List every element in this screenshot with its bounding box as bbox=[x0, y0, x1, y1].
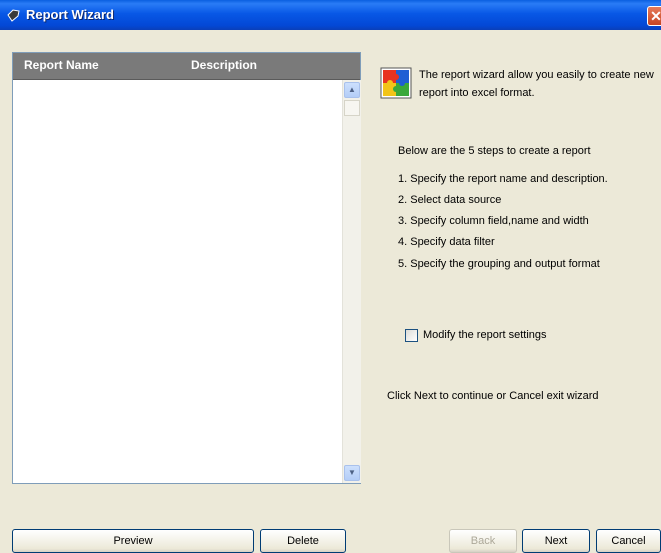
next-button[interactable]: Next bbox=[522, 529, 590, 553]
step-1: 1. Specify the report name and descripti… bbox=[398, 173, 608, 185]
step-2: 2. Select data source bbox=[398, 194, 502, 206]
modify-settings-label[interactable]: Modify the report settings bbox=[423, 329, 547, 341]
step-5: 5. Specify the grouping and output forma… bbox=[398, 258, 600, 270]
report-list[interactable]: Report Name Description ▲ ▼ bbox=[12, 52, 361, 484]
modify-settings-checkbox[interactable] bbox=[405, 329, 418, 342]
steps-header: Below are the 5 steps to create a report bbox=[398, 145, 591, 157]
scroll-down-button[interactable]: ▼ bbox=[344, 465, 360, 481]
preview-button[interactable]: Preview bbox=[12, 529, 254, 553]
step-4: 4. Specify data filter bbox=[398, 236, 495, 248]
wizard-intro-text: The report wizard allow you easily to cr… bbox=[419, 69, 654, 99]
scroll-up-button[interactable]: ▲ bbox=[344, 82, 360, 98]
title-bar[interactable]: Report Wizard ✕ bbox=[0, 0, 661, 30]
close-button[interactable]: ✕ bbox=[647, 6, 661, 26]
column-header-description[interactable]: Description bbox=[191, 58, 257, 72]
footer-note: Click Next to continue or Cancel exit wi… bbox=[387, 390, 599, 402]
diamond-icon bbox=[7, 9, 20, 22]
cancel-button[interactable]: Cancel bbox=[596, 529, 661, 553]
column-header-report-name[interactable]: Report Name bbox=[24, 58, 99, 72]
vertical-scrollbar[interactable]: ▲ ▼ bbox=[342, 80, 361, 483]
puzzle-icon bbox=[380, 67, 412, 99]
list-header: Report Name Description bbox=[13, 53, 360, 80]
chevron-up-icon: ▲ bbox=[348, 85, 356, 94]
scroll-thumb[interactable] bbox=[344, 100, 360, 116]
back-button[interactable]: Back bbox=[449, 529, 517, 553]
chevron-down-icon: ▼ bbox=[348, 468, 356, 477]
window-title: Report Wizard bbox=[26, 7, 114, 22]
close-icon: ✕ bbox=[650, 8, 661, 24]
step-3: 3. Specify column field,name and width bbox=[398, 215, 589, 227]
delete-button[interactable]: Delete bbox=[260, 529, 346, 553]
